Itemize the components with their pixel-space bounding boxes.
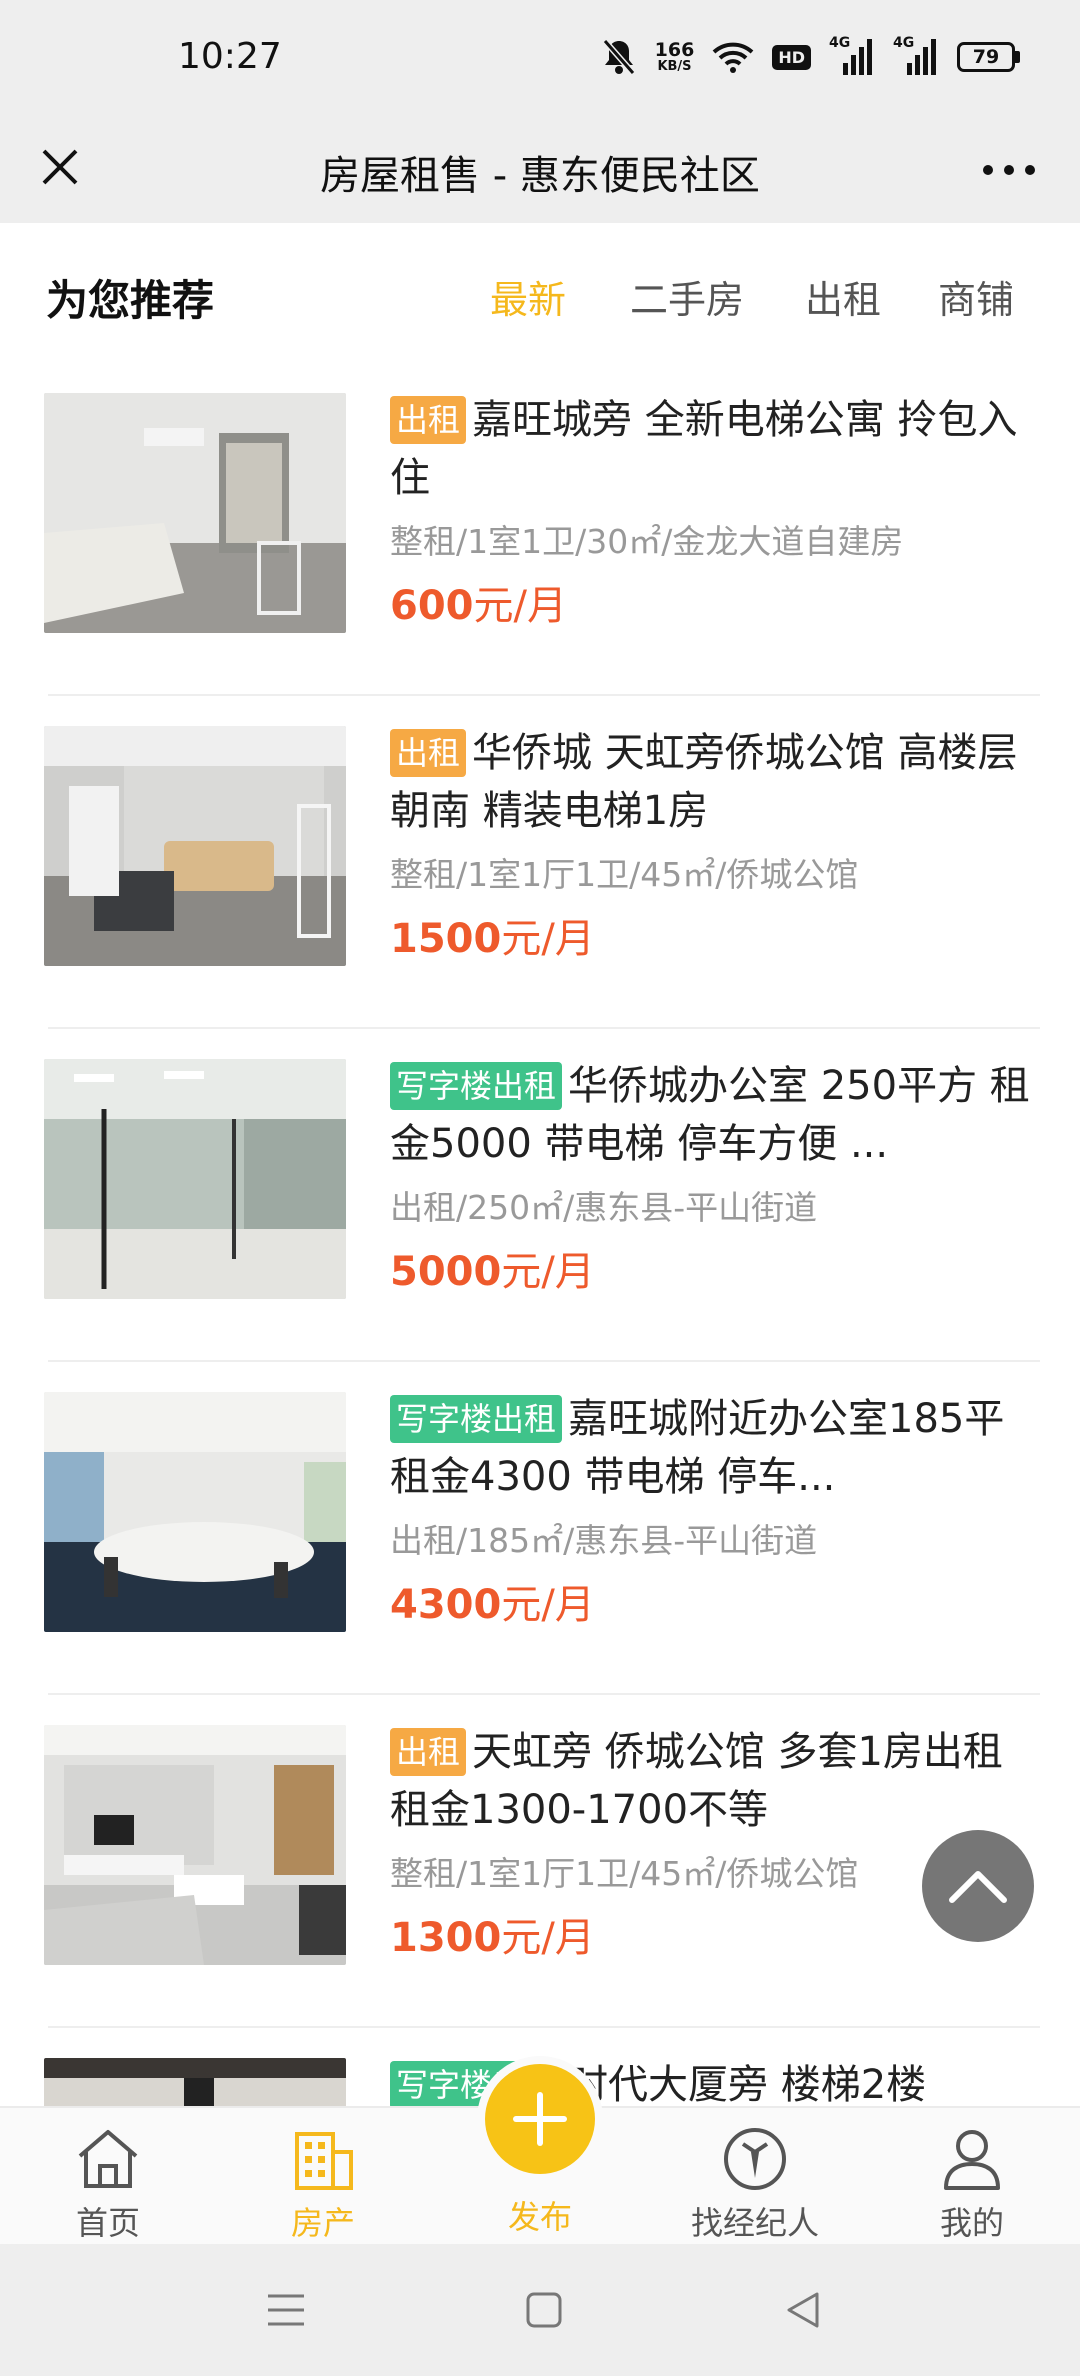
listing-title-text: 华侨城 天虹旁侨城公馆 高楼层朝南 精装电梯1房 bbox=[390, 730, 1018, 834]
page-title: 房屋租售 - 惠东便民社区 bbox=[320, 153, 760, 199]
price-unit: 元/月 bbox=[501, 1915, 595, 1961]
status-icons: 166 KB/S HD 4G 4G 79 bbox=[601, 34, 1020, 80]
listing-title-text: 时代大厦旁 楼梯2楼 bbox=[568, 2062, 927, 2106]
menu-button[interactable] bbox=[256, 2284, 316, 2336]
status-time: 10:27 bbox=[178, 36, 282, 77]
publish-button[interactable] bbox=[485, 2064, 595, 2174]
square-icon bbox=[526, 2292, 562, 2328]
price-unit: 元/月 bbox=[501, 1249, 595, 1295]
net-speed: 166 KB/S bbox=[654, 39, 695, 74]
price-value: 1500 bbox=[390, 916, 502, 962]
listing-photo bbox=[44, 1725, 346, 1965]
list-item[interactable]: 写字楼出租 嘉旺城附近办公室185平 租金4300 带电梯 停车... 出租/18… bbox=[0, 1362, 1080, 1695]
more-dots-icon bbox=[983, 165, 1035, 175]
listing-price: 4300元/月 bbox=[390, 1572, 595, 1630]
plus-icon bbox=[513, 2092, 567, 2146]
nav-publish-label[interactable]: 发布 bbox=[440, 2192, 640, 2238]
listing-meta: 整租/1室1卫/30㎡/金龙大道自建房 bbox=[390, 522, 904, 561]
signal-icon-2: 4G bbox=[893, 35, 939, 77]
nav-home-label: 首页 bbox=[75, 2204, 140, 2242]
tab-rent[interactable]: 出租 bbox=[805, 269, 905, 324]
listing-title: 出租 天虹旁 侨城公馆 多套1房出租 租金1300-1700不等 bbox=[390, 1723, 1040, 1839]
listing-title: 写字楼出租 时代大厦旁 楼梯2楼 bbox=[390, 2056, 1040, 2106]
net-speed-unit: KB/S bbox=[657, 59, 692, 74]
nav-agent[interactable]: 找经纪人 bbox=[655, 2108, 855, 2246]
back-to-top-button[interactable] bbox=[922, 1830, 1034, 1942]
list-item[interactable]: 出租 华侨城 天虹旁侨城公馆 高楼层朝南 精装电梯1房 整租/1室1厅1卫/45㎡… bbox=[0, 696, 1080, 1029]
listing-title: 写字楼出租 嘉旺城附近办公室185平 租金4300 带电梯 停车... bbox=[390, 1390, 1040, 1506]
listing-price: 5000元/月 bbox=[390, 1239, 595, 1297]
list-item[interactable]: 出租 天虹旁 侨城公馆 多套1房出租 租金1300-1700不等 整租/1室1厅1… bbox=[0, 1695, 1080, 2028]
status-bar: 10:27 166 KB/S HD 4G 4G 79 bbox=[0, 0, 1080, 115]
tab-second-hand[interactable]: 二手房 bbox=[630, 269, 770, 324]
listing-tag: 出租 bbox=[390, 1728, 467, 1776]
listing-tag: 写字楼出租 bbox=[390, 1395, 563, 1443]
listing-tag: 出租 bbox=[390, 396, 467, 444]
section-title: 为您推荐 bbox=[46, 276, 215, 325]
bottom-nav: 首页 房产 发布 找经纪人 我的 bbox=[0, 2064, 1080, 2246]
price-unit: 元/月 bbox=[473, 583, 567, 629]
listing-title-text: 嘉旺城旁 全新电梯公寓 拎包入住 bbox=[390, 397, 1018, 501]
price-unit: 元/月 bbox=[501, 916, 595, 962]
back-triangle-icon bbox=[787, 2292, 819, 2328]
title-bar: 房屋租售 - 惠东便民社区 bbox=[0, 115, 1080, 223]
listing-meta: 整租/1室1厅1卫/45㎡/侨城公馆 bbox=[390, 1854, 859, 1893]
home-button[interactable] bbox=[514, 2284, 574, 2336]
listing-photo bbox=[44, 393, 346, 633]
listing-title: 写字楼出租 华侨城办公室 250平方 租金5000 带电梯 停车方便 ... bbox=[390, 1057, 1040, 1173]
price-value: 1300 bbox=[390, 1915, 502, 1961]
hd-badge: HD bbox=[772, 44, 811, 70]
listing-meta: 出租/185㎡/惠东县-平山街道 bbox=[390, 1521, 818, 1560]
recommend-header: 为您推荐 最新 二手房 出租 商铺 bbox=[0, 223, 1080, 363]
listing-photo bbox=[44, 1392, 346, 1632]
listing-photo bbox=[44, 726, 346, 966]
price-unit: 元/月 bbox=[501, 1582, 595, 1628]
nav-property[interactable]: 房产 bbox=[223, 2108, 423, 2246]
battery-level: 79 bbox=[957, 42, 1015, 72]
user-icon bbox=[938, 2122, 1006, 2196]
back-button[interactable] bbox=[772, 2284, 832, 2336]
nav-property-label: 房产 bbox=[290, 2204, 355, 2242]
listing-tag: 写字楼出租 bbox=[390, 1062, 563, 1110]
wifi-icon bbox=[712, 40, 754, 74]
tab-shop[interactable]: 商铺 bbox=[938, 269, 1038, 324]
nav-mine[interactable]: 我的 bbox=[872, 2108, 1072, 2246]
listing-price: 1300元/月 bbox=[390, 1905, 595, 1963]
more-button[interactable] bbox=[974, 145, 1044, 195]
list-item[interactable]: 出租 嘉旺城旁 全新电梯公寓 拎包入住 整租/1室1卫/30㎡/金龙大道自建房 6… bbox=[0, 363, 1080, 696]
chevron-up-icon bbox=[949, 1871, 1007, 1903]
tab-latest[interactable]: 最新 bbox=[490, 269, 600, 324]
mute-bell-icon bbox=[601, 37, 637, 77]
listing-price: 600元/月 bbox=[390, 573, 567, 631]
listing-tag: 出租 bbox=[390, 729, 467, 777]
listing-title: 出租 嘉旺城旁 全新电梯公寓 拎包入住 bbox=[390, 391, 1040, 507]
listing-photo bbox=[44, 2058, 346, 2106]
battery-icon: 79 bbox=[957, 42, 1020, 72]
price-value: 5000 bbox=[390, 1249, 502, 1295]
listing-title-text: 天虹旁 侨城公馆 多套1房出租 租金1300-1700不等 bbox=[390, 1729, 1003, 1833]
nav-home[interactable]: 首页 bbox=[8, 2108, 208, 2246]
nav-mine-label: 我的 bbox=[939, 2204, 1004, 2242]
menu-lines-icon bbox=[268, 2294, 304, 2326]
net-speed-value: 166 bbox=[654, 39, 695, 61]
agent-icon bbox=[721, 2122, 789, 2196]
list-item[interactable]: 写字楼出租 华侨城办公室 250平方 租金5000 带电梯 停车方便 ... 出租… bbox=[0, 1029, 1080, 1362]
nav-agent-label: 找经纪人 bbox=[690, 2204, 819, 2242]
price-value: 600 bbox=[390, 583, 474, 629]
listing-meta: 出租/250㎡/惠东县-平山街道 bbox=[390, 1188, 818, 1227]
listing-price: 1500元/月 bbox=[390, 906, 595, 964]
system-nav-bar bbox=[0, 2244, 1080, 2376]
listing-meta: 整租/1室1厅1卫/45㎡/侨城公馆 bbox=[390, 855, 859, 894]
listing-title: 出租 华侨城 天虹旁侨城公馆 高楼层朝南 精装电梯1房 bbox=[390, 724, 1040, 840]
signal-icon-1: 4G bbox=[829, 35, 875, 77]
price-value: 4300 bbox=[390, 1582, 502, 1628]
building-icon bbox=[289, 2122, 357, 2196]
home-icon bbox=[74, 2122, 142, 2196]
listing-photo bbox=[44, 1059, 346, 1299]
